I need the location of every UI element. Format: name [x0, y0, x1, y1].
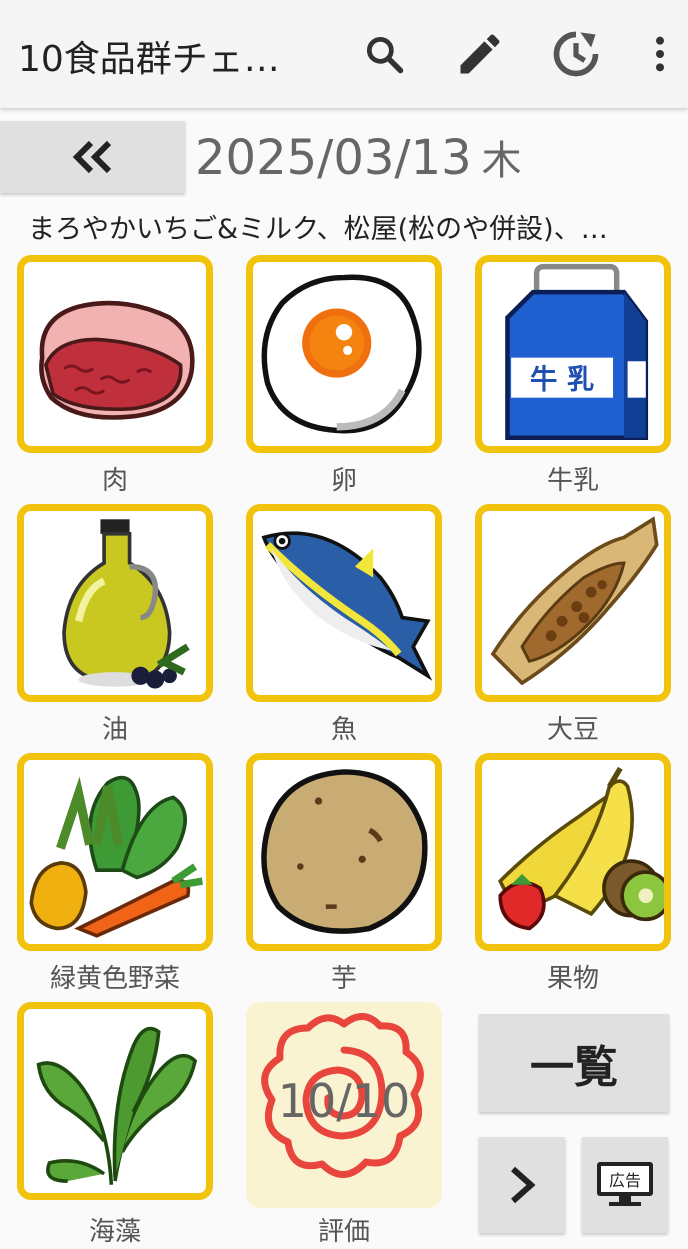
- food-tile-potato[interactable]: [246, 753, 442, 951]
- food-label-oil: 油: [101, 715, 128, 745]
- double-chevron-left-icon: [72, 140, 111, 174]
- food-label-soybean: 大豆: [546, 715, 599, 745]
- list-button[interactable]: 一覧: [479, 1014, 669, 1112]
- food-label-fruits: 果物: [546, 964, 599, 994]
- milk-carton-icon: 牛 乳: [505, 263, 649, 440]
- monitor-icon: 広告: [597, 1162, 653, 1208]
- food-label-fish: 魚: [330, 715, 357, 745]
- natto-icon: [490, 516, 659, 686]
- seaweed-icon: [36, 1026, 198, 1185]
- history-button[interactable]: [548, 26, 604, 82]
- previous-day-button[interactable]: [0, 121, 185, 193]
- food-label-potato: 芋: [330, 964, 357, 994]
- food-tile-seaweed[interactable]: [17, 1002, 213, 1200]
- food-tile-soybean[interactable]: [475, 504, 671, 702]
- food-label-milk: 牛乳: [546, 466, 599, 496]
- food-tile-fish[interactable]: [246, 504, 442, 702]
- more-menu-button[interactable]: [632, 26, 688, 82]
- more-vert-icon: [656, 36, 664, 72]
- potato-icon: [261, 769, 428, 934]
- date-text: 2025/03/13: [195, 130, 472, 186]
- search-icon: [366, 36, 404, 74]
- egg-icon: [261, 274, 422, 434]
- history-icon: [553, 31, 599, 77]
- evaluation-panel: 10/10: [246, 1002, 442, 1208]
- fruits-icon: [497, 766, 664, 931]
- list-button-label: 一覧: [530, 1042, 618, 1093]
- vegetables-icon: [29, 775, 203, 938]
- evaluation-label: 評価: [317, 1217, 370, 1247]
- evaluation-score: 10/10: [277, 1074, 411, 1128]
- food-label-vegetables: 緑黄色野菜: [49, 964, 180, 994]
- search-button[interactable]: [356, 26, 412, 82]
- food-tile-egg[interactable]: [246, 255, 442, 453]
- food-label-meat: 肉: [101, 466, 128, 496]
- food-tile-meat[interactable]: [17, 255, 213, 453]
- date-display: 2025/03/13 木: [195, 128, 522, 186]
- food-label-egg: 卵: [330, 466, 357, 496]
- app-bar: 10食品群チェ…: [0, 0, 688, 108]
- meal-summary: まろやかいちご&ミルク、松屋(松のや併設)、…: [28, 214, 608, 245]
- ad-button[interactable]: 広告: [582, 1137, 668, 1233]
- meat-icon: [39, 300, 195, 420]
- milk-carton-text: 牛 乳: [530, 365, 594, 396]
- ad-label: 広告: [608, 1171, 641, 1190]
- next-day-button[interactable]: [479, 1137, 565, 1233]
- food-tile-fruits[interactable]: [475, 753, 671, 951]
- app-title: 10食品群チェ…: [18, 39, 280, 80]
- food-label-seaweed: 海藻: [88, 1217, 141, 1247]
- weekday-text: 木: [481, 138, 522, 184]
- food-tile-oil[interactable]: [17, 504, 213, 702]
- chevron-right-icon: [511, 1166, 536, 1204]
- oil-bottle-icon: [62, 519, 190, 689]
- edit-button[interactable]: [452, 26, 508, 82]
- fish-icon: [261, 531, 433, 681]
- pencil-icon: [460, 34, 500, 74]
- food-tile-milk[interactable]: 牛 乳: [475, 255, 671, 453]
- food-tile-vegetables[interactable]: [17, 753, 213, 951]
